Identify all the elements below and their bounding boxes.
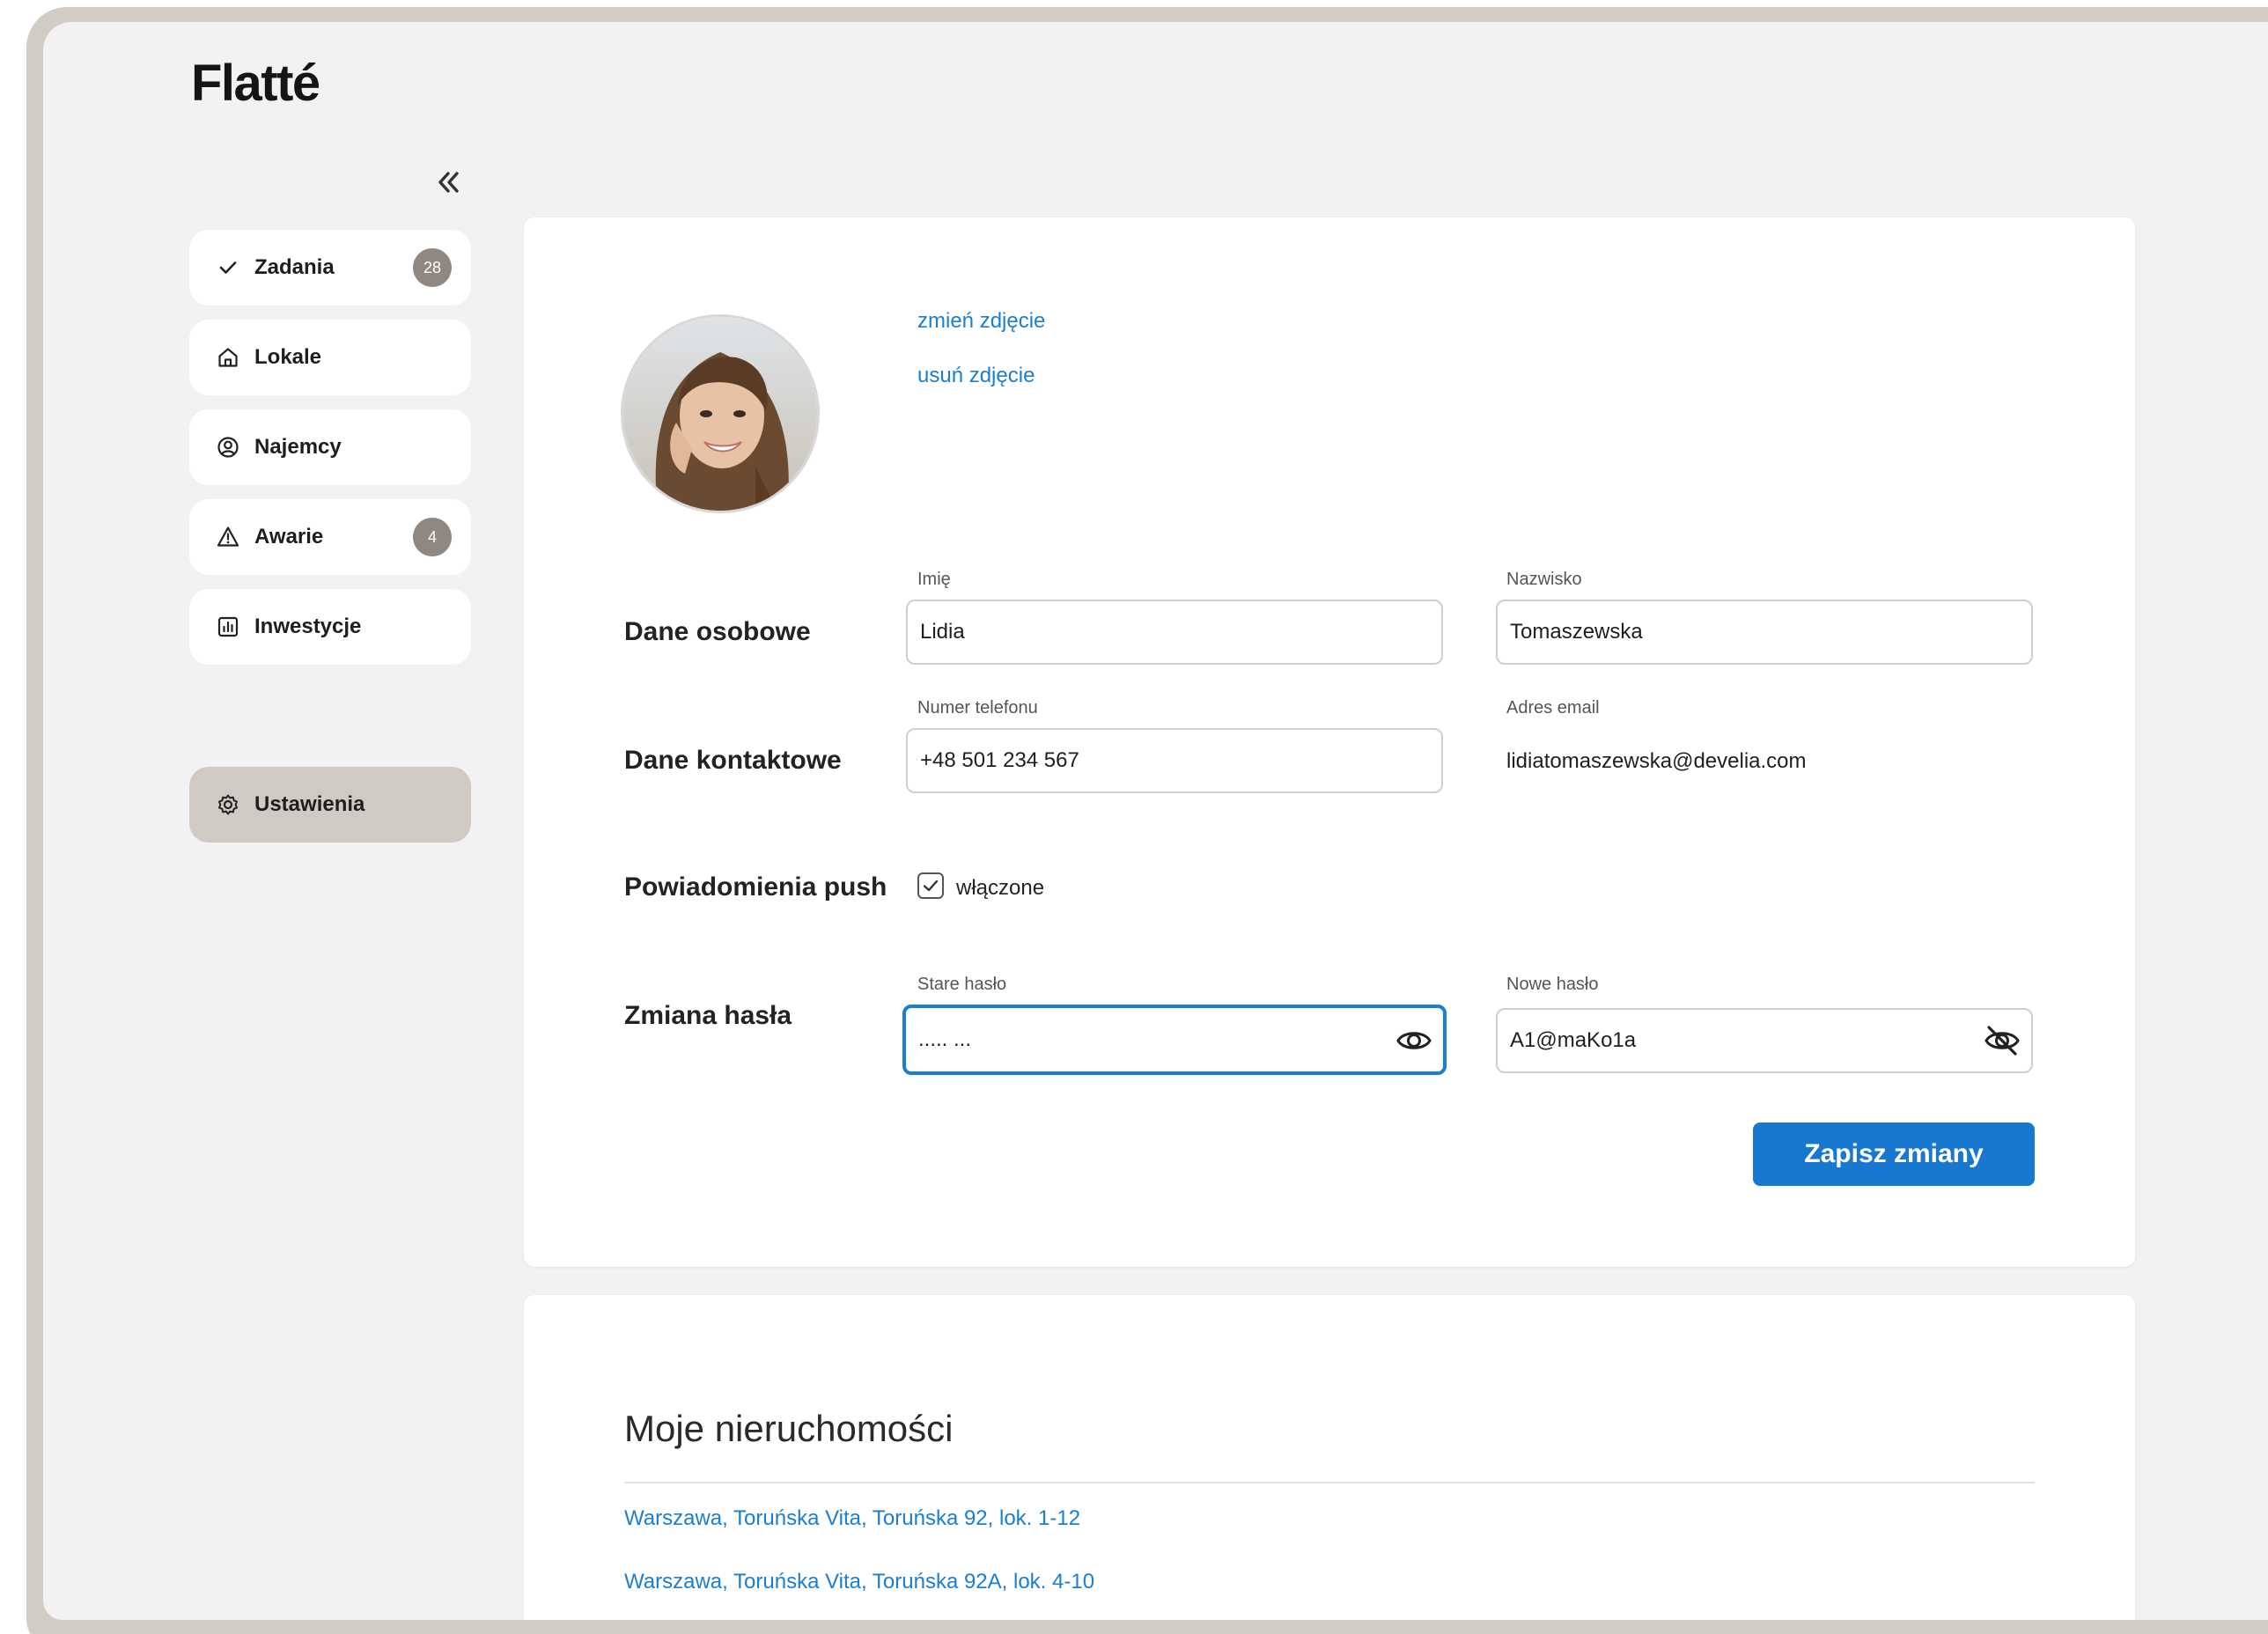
app-screen: Flatté Zadania 28 Lokale Najemcy Awarie … xyxy=(43,22,2268,1620)
collapse-sidebar-icon[interactable] xyxy=(431,165,466,200)
sidebar-item-label: Najemcy xyxy=(254,435,342,459)
old-password-label: Stare hasło xyxy=(917,975,1007,994)
sidebar-item-label: Ustawienia xyxy=(254,792,365,816)
new-password-input[interactable] xyxy=(1496,1008,2033,1073)
property-link[interactable]: Warszawa, Toruńska Vita, Toruńska 92A, l… xyxy=(624,1570,1094,1594)
last-name-label: Nazwisko xyxy=(1506,570,1582,589)
eye-off-icon[interactable] xyxy=(1984,1022,2021,1059)
sidebar-item-zadania[interactable]: Zadania 28 xyxy=(189,230,471,305)
sidebar-item-label: Zadania xyxy=(254,255,335,279)
properties-title: Moje nieruchomości xyxy=(624,1408,954,1449)
check-icon xyxy=(216,255,240,280)
first-name-input[interactable] xyxy=(906,600,1443,665)
section-contact-label: Dane kontaktowe xyxy=(624,746,842,775)
warning-icon xyxy=(216,525,240,549)
count-badge: 28 xyxy=(413,248,452,287)
profile-settings-card: zmień zdjęcie usuń zdjęcie Dane osobowe … xyxy=(524,217,2135,1267)
sidebar-item-label: Inwestycje xyxy=(254,615,362,638)
avatar[interactable] xyxy=(621,314,820,513)
email-value: lidiatomaszewska@develia.com xyxy=(1506,749,1807,773)
section-password-label: Zmiana hasła xyxy=(624,1001,792,1030)
first-name-label: Imię xyxy=(917,570,951,589)
sidebar-item-najemcy[interactable]: Najemcy xyxy=(189,409,471,485)
push-notifications-checkbox[interactable] xyxy=(917,872,944,899)
save-changes-button[interactable]: Zapisz zmiany xyxy=(1753,1122,2035,1186)
sidebar-item-label: Awarie xyxy=(254,525,324,548)
my-properties-card: Moje nieruchomości Warszawa, Toruńska Vi… xyxy=(524,1295,2135,1620)
old-password-input[interactable] xyxy=(902,1005,1447,1075)
gear-icon xyxy=(216,792,240,817)
divider xyxy=(624,1482,2035,1483)
new-password-label: Nowe hasło xyxy=(1506,975,1599,994)
eye-icon[interactable] xyxy=(1395,1022,1432,1059)
section-personal-label: Dane osobowe xyxy=(624,617,811,646)
phone-label: Numer telefonu xyxy=(917,698,1038,718)
app-logo: Flatté xyxy=(191,55,320,112)
home-icon xyxy=(216,345,240,370)
remove-photo-link[interactable]: usuń zdjęcie xyxy=(917,364,1035,388)
count-badge: 4 xyxy=(413,518,452,556)
section-push-label: Powiadomienia push xyxy=(624,872,887,902)
push-checkbox-label: włączone xyxy=(956,876,1045,900)
phone-input[interactable] xyxy=(906,728,1443,793)
sidebar-item-label: Lokale xyxy=(254,345,322,369)
user-circle-icon xyxy=(216,435,240,460)
sidebar-item-awarie[interactable]: Awarie 4 xyxy=(189,499,471,575)
email-label: Adres email xyxy=(1506,698,1600,718)
property-link[interactable]: Warszawa, Toruńska Vita, Toruńska 92, lo… xyxy=(624,1506,1080,1531)
bar-chart-icon xyxy=(216,615,240,639)
sidebar-item-inwestycje[interactable]: Inwestycje xyxy=(189,589,471,665)
change-photo-link[interactable]: zmień zdjęcie xyxy=(917,309,1045,334)
sidebar-item-ustawienia[interactable]: Ustawienia xyxy=(189,767,471,843)
last-name-input[interactable] xyxy=(1496,600,2033,665)
sidebar-item-lokale[interactable]: Lokale xyxy=(189,320,471,395)
